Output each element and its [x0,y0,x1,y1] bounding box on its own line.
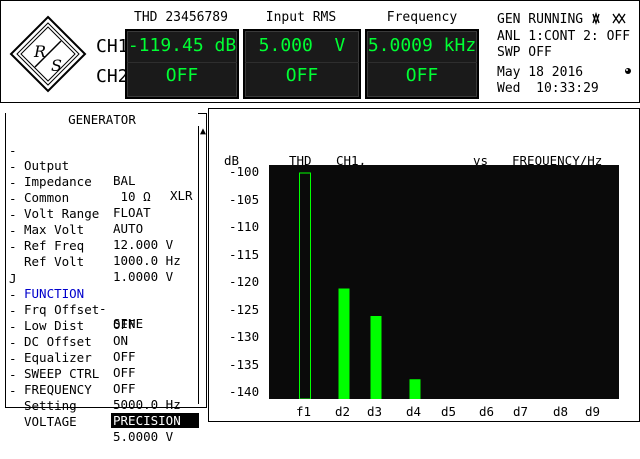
y-tick-label: -110 [229,219,260,234]
y-tick-label: -100 [229,164,260,179]
x-tick-label: d8 [553,404,569,419]
y-tick-label: -135 [229,356,260,372]
gen-row-ref-freq[interactable]: - Ref Freq 1000.0 Hz [6,208,200,268]
x-tick-label: d7 [513,404,529,419]
gen-row-low-dist[interactable]: - Low Dist ON [6,288,200,348]
gen-row-common[interactable]: - Common FLOAT [6,160,200,220]
generator-title: GENERATOR [6,112,198,127]
thd-display[interactable]: -119.45 dB OFF [125,29,239,99]
fundamental-bar [299,172,311,400]
clock-indicator-icon [625,68,631,74]
rms-display-title: Input RMS [265,10,337,25]
thd-ch2-value: OFF [165,65,199,86]
rms-ch2-value: OFF [285,65,319,86]
gen-row-ref-volt[interactable]: - Ref Volt 1.0000 V [6,224,200,284]
x-tick-label: d2 [335,404,351,419]
sweep-status: SWP OFF [497,45,552,60]
graph-panel: dB THD CH1, vs FREQUENCY/Hz -100 -105 -110… [208,108,640,422]
gen-row-impedance[interactable]: - Impedance 10 Ω [6,144,200,204]
gen-row-setting[interactable]: - Setting PRECISION [6,368,200,428]
y-tick-label: -120 [229,274,260,289]
gen-row-output[interactable]: - Output BAL XLR [6,128,200,203]
x-tick-label: d3 [367,404,383,419]
gen-row-function[interactable]: J FUNCTION - SINE [6,256,200,331]
x-tick-label: f1 [296,404,312,419]
thd-ch1-value: -119.45 dB [127,35,237,56]
generator-scrollbar[interactable] [198,126,205,404]
freq-display-title: Frequency [386,10,458,25]
row-marker: - [9,239,17,254]
freq-ch2-value: OFF [405,65,439,86]
rms-ch1-value: 5.000 V [258,35,346,56]
x-tick-label: d5 [441,404,457,419]
ch2-label: CH2 [96,66,129,87]
row-value-selected[interactable]: PRECISION [111,413,199,428]
time-text: Wed 10:33:29 [497,81,599,96]
x-tick-label: d4 [406,404,422,419]
row-marker: - [9,399,17,414]
y-tick-label: -105 [229,191,260,207]
gen-row-volt-range[interactable]: - Volt Range AUTO [6,176,200,236]
status-strip: R S CH1 CH2 THD 23456789 -119.45 dB OFF … [0,0,640,103]
harmonic-bar [409,379,421,399]
wave-icon [592,12,600,25]
y-tick-label: -115 [229,246,260,262]
gen-row-frq-offset[interactable]: - Frq Offset OFF [6,272,200,332]
gen-row-frequency[interactable]: - FREQUENCY 5000.0 Hz [6,352,200,412]
harmonic-bar [338,288,350,399]
date-text: May 18 2016 [497,65,584,80]
chart-svg [299,172,421,400]
y-tick-label: -130 [229,329,260,344]
gen-row-dc-offset[interactable]: - DC Offset OFF [6,304,200,364]
freq-display[interactable]: 5.0009 kHz OFF [365,29,479,99]
freq-ch1-value: 5.0009 kHz [367,35,477,56]
scroll-up-arrow-icon[interactable]: ▲ [200,127,206,137]
gen-row-voltage[interactable]: - VOLTAGE 5.0000 V [6,384,200,444]
filter-icon [612,12,626,25]
rs-logo: R S [9,15,87,93]
plot-area[interactable] [269,165,619,400]
thd-display-title: THD 23456789 [134,10,228,25]
x-tick-label: d9 [585,404,601,419]
gen-row-max-volt[interactable]: - Max Volt 12.000 V [6,192,200,252]
y-tick-label: -140 [229,384,260,399]
y-tick-label: -125 [229,301,260,317]
generator-panel: GENERATOR - Output BAL XLR - Impedance 1… [5,112,207,444]
row-value: 5.0000 V [113,429,174,444]
gen-row-sweep-ctrl[interactable]: - SWEEP CTRL OFF [6,336,200,396]
anl-status: ANL 1:CONT 2: OFF [497,29,631,44]
ch1-label: CH1 [96,36,129,57]
rms-display[interactable]: 5.000 V OFF [243,29,361,99]
gen-status: GEN RUNNING [497,12,584,27]
gen-row-equalizer[interactable]: - Equalizer OFF [6,320,200,380]
x-tick-label: d6 [479,404,495,419]
svg-text:S: S [51,56,62,75]
svg-text:R: R [33,42,46,61]
harmonic-bar [370,316,382,399]
